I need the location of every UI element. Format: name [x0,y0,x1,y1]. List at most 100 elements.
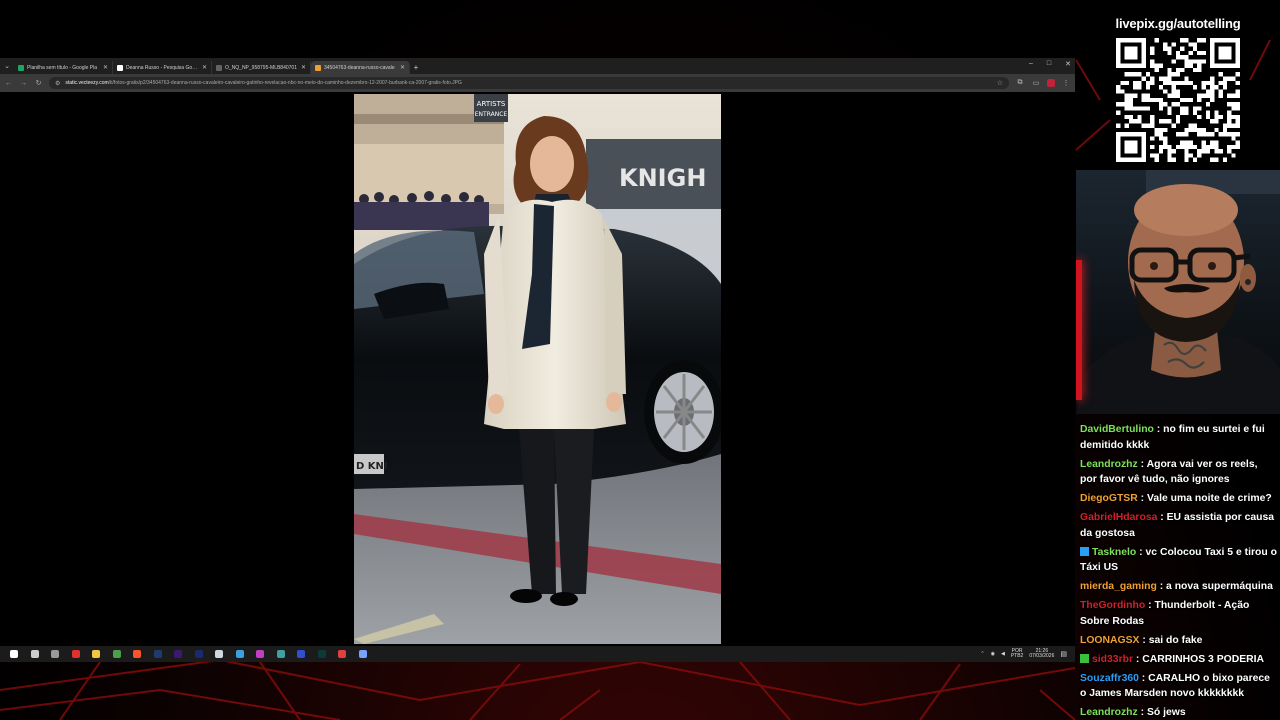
chat-separator: : [1136,546,1146,558]
tab-title: Deanna Russo - Pesquisa Google [126,64,199,71]
taskbar-app-13-icon[interactable] [250,647,271,661]
chat-message: DavidBertulino : no fim eu surtei e fui … [1080,422,1277,453]
chat-separator: : [1156,581,1167,592]
chat-badge-icon [1080,653,1089,663]
browser-tab[interactable]: Deanna Russo - Pesquisa Google ✕ [113,61,212,74]
site-info-icon[interactable]: ⚙ [55,80,60,87]
chat-message: Leandrozhz : Só jews [1080,705,1277,720]
reload-icon[interactable]: ↻ [34,79,43,87]
taskbar-notepad-icon[interactable] [209,647,230,661]
language-layout: PTB2 [1010,653,1024,659]
chat-username[interactable]: sid33rbr [1092,654,1133,665]
maximize-button[interactable]: □ [1047,60,1051,68]
chat-message: Souzaffr360 : CARALHO o bixo parece o Ja… [1080,671,1277,702]
taskbar-brave-icon[interactable] [127,647,148,661]
clock-date: 07/03/2026 [1029,653,1055,659]
chat-separator: : [1138,672,1149,684]
taskbar-premiere-icon[interactable] [168,647,189,661]
chat-badge-icon [1080,546,1089,556]
taskbar-file-explorer-icon[interactable] [86,647,107,661]
chat-separator: : [1139,634,1149,646]
menu-kebab-icon[interactable]: ⋮ [1061,79,1071,87]
chat-message: GabrielHdarosa : EU assistia por causa d… [1080,510,1277,541]
webcam-red-light [1076,260,1082,400]
banner-text: KNIGH [619,164,706,192]
url-host: static.vecteezy.com [65,80,109,86]
tab-search-button[interactable]: ⌄ [0,58,14,74]
system-tray: ⌃ ◉ ◀ POR PTB2 21:26 07/03/2026 ▤ [980,646,1067,662]
taskbar-windows-start-icon[interactable] [4,647,25,661]
taskbar-app-14-icon[interactable] [271,647,292,661]
tab-close-icon[interactable]: ✕ [301,64,306,71]
chat-username[interactable]: TheGordinho [1080,600,1145,611]
taskbar-media-encoder-icon[interactable] [189,647,210,661]
forward-icon[interactable]: → [19,80,28,87]
taskbar-app-12-icon[interactable] [230,647,251,661]
tab-favicon-icon [315,64,321,71]
language-indicator[interactable]: POR PTB2 [1011,649,1024,659]
qr-code-image [1113,38,1243,162]
taskbar-task-view-icon[interactable] [25,647,46,661]
chat-username[interactable]: DavidBertulino [1080,424,1154,435]
notifications-icon[interactable]: ▤ [1060,650,1067,658]
chat-username[interactable]: DiegoGTSR [1080,493,1138,504]
tab-close-icon[interactable]: ✕ [103,64,108,71]
taskbar-app-17-icon[interactable] [332,647,353,661]
tab-strip: ⌄ Planilha sem título - Google Pla ✕ Deann… [0,58,1075,74]
clock[interactable]: 21:26 07/03/2026 [1029,649,1054,659]
tab-favicon-icon [216,64,222,71]
photo-illustration: ARTISTS ENTRANCE KNIGH D KNI [354,94,721,644]
bookmark-star-icon[interactable]: ☆ [997,79,1003,87]
photo-image: ARTISTS ENTRANCE KNIGH D KNI [354,94,721,644]
chat-username[interactable]: Tasknelo [1092,547,1136,558]
chat-username[interactable]: mierda_gaming [1080,581,1157,592]
tab-close-icon[interactable]: ✕ [400,64,405,71]
url-path: /ti/fotos-gratis/p2/34504763-deanna-russ… [108,80,462,86]
browser-tab[interactable]: 34504763-deanna-russo-cavale ✕ [311,61,410,74]
chat-username[interactable]: Leandrozhz [1080,459,1138,470]
chat-username[interactable]: Souzaffr360 [1080,673,1139,684]
taskbar-audition-icon[interactable] [312,647,333,661]
chat-separator: : [1137,458,1147,470]
chat-separator: : [1137,493,1147,504]
chat-separator: : [1157,512,1167,523]
address-bar[interactable]: ⚙ static.vecteezy.com/ti/fotos-gratis/p2… [49,77,1009,89]
back-icon[interactable]: ← [4,80,13,87]
browser-window: ⌄ Planilha sem título - Google Pla ✕ Deann… [0,58,1075,646]
tab-favicon-icon [18,64,24,71]
tab-title: 34504763-deanna-russo-cavale [324,64,395,71]
taskbar-app-15-icon[interactable] [291,647,312,661]
new-tab-button[interactable]: + [410,61,422,74]
taskbar-chrome-icon[interactable] [107,647,128,661]
webcam-feed [1076,170,1280,414]
chat-username[interactable]: LOONAGSX [1080,635,1139,646]
taskbar-photoshop-icon[interactable] [148,647,169,661]
minimize-button[interactable]: – [1029,60,1033,68]
extensions-icon[interactable]: ⧉ [1015,79,1025,87]
chat-username[interactable]: GabrielHdarosa [1080,512,1157,523]
windows-taskbar: ⌃ ◉ ◀ POR PTB2 21:26 07/03/2026 ▤ [0,646,1075,662]
tray-chevron-icon[interactable]: ⌃ [980,651,984,657]
browser-tab[interactable]: O_NQ_NP_958795-MLB840701 ✕ [212,61,311,74]
chat-panel: DavidBertulino : no fim eu surtei e fui … [1076,420,1280,720]
entrance-sign: ENTRANCE [475,111,508,118]
close-window-button[interactable]: ✕ [1065,60,1071,68]
chat-message: mierda_gaming : a nova supermáquina [1080,579,1277,595]
chat-message: TheGordinho : Thunderbolt - Ação Sobre R… [1080,598,1277,629]
chat-message: Leandrozhz : Agora vai ver os reels, por… [1080,457,1277,488]
browser-toolbar: ← → ↻ ⚙ static.vecteezy.com/ti/fotos-gra… [0,74,1075,92]
chat-username[interactable]: Leandrozhz [1080,707,1138,718]
chat-text: sai do fake [1148,634,1203,646]
extension-icon[interactable] [1047,79,1055,87]
tab-close-icon[interactable]: ✕ [202,64,207,71]
volume-icon[interactable]: ◀ [1001,651,1005,657]
cast-icon[interactable]: ▭ [1031,79,1041,87]
taskbar-app-18-icon[interactable] [353,647,374,661]
taskbar-app-3-icon[interactable] [45,647,66,661]
chat-separator: : [1133,653,1143,665]
browser-tab[interactable]: Planilha sem título - Google Pla ✕ [14,61,113,74]
taskbar-app-4-icon[interactable] [66,647,87,661]
livepix-url: livepix.gg/autotelling [1115,16,1241,31]
wifi-icon[interactable]: ◉ [991,651,995,657]
stream-layout: ⌄ Planilha sem título - Google Pla ✕ Deann… [0,0,1280,720]
